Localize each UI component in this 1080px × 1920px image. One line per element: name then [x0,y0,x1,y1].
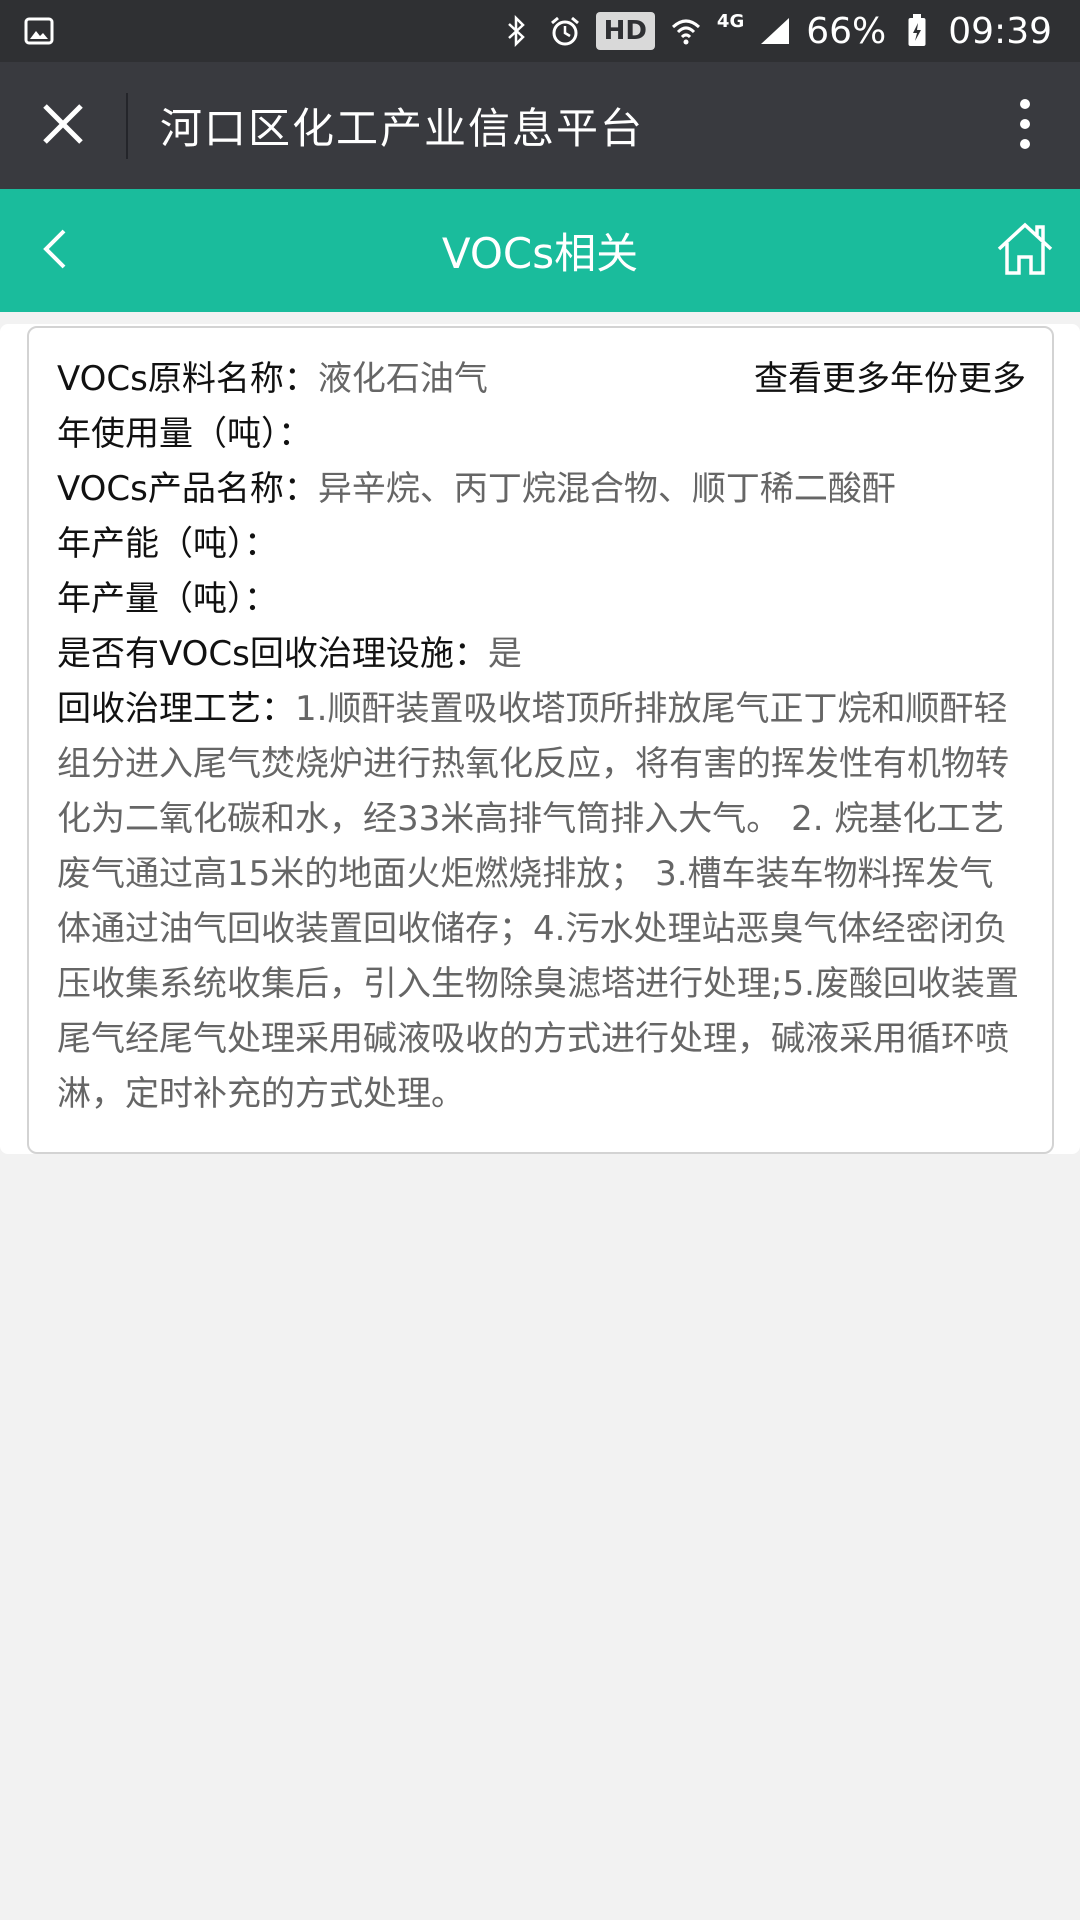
output-label: 年产量（吨）： [57,579,278,619]
bluetooth-icon [500,14,534,48]
raw-material-row: VOCs原料名称：液化石油气 查看更多年份更多 [57,352,1026,407]
process-row: 回收治理工艺：1.顺酐装置吸收塔顶所排放尾气正丁烷和顺酐轻组分进入尾气焚烧炉进行… [57,682,1026,1122]
battery-percent: 66% [806,10,887,52]
output-row: 年产量（吨）： [57,572,1026,627]
annual-usage-label: 年使用量（吨）： [57,414,312,454]
browser-nav-bar: 河口区化工产业信息平台 [0,62,1080,189]
home-icon [995,221,1055,281]
home-button[interactable] [970,189,1080,312]
image-icon [22,14,56,48]
page-header: VOCs相关 [0,189,1080,312]
more-years-link[interactable]: 查看更多年份更多 [754,352,1026,407]
more-vert-icon [1019,98,1031,154]
raw-material-label: VOCs原料名称： [57,359,318,399]
product-label: VOCs产品名称： [57,469,318,509]
process-value: 1.顺酐装置吸收塔顶所排放尾气正丁烷和顺酐轻组分进入尾气焚烧炉进行热氧化反应，将… [57,689,1019,1114]
alarm-icon [548,14,582,48]
nav-title: 河口区化工产业信息平台 [160,104,645,153]
process-label: 回收治理工艺： [57,689,295,729]
network-type: 4G [716,10,745,32]
clock: 09:39 [948,10,1052,52]
facility-label: 是否有VOCs回收治理设施： [57,634,488,674]
close-icon [41,102,85,150]
capacity-label: 年产能（吨）： [57,524,278,564]
capacity-row: 年产能（吨）： [57,517,1026,572]
hd-badge: HD [595,12,655,50]
product-value: 异辛烷、丙丁烷混合物、顺丁稀二酸酐 [317,469,896,509]
back-button[interactable] [0,189,110,312]
voc-detail-card: VOCs原料名称：液化石油气 查看更多年份更多 年使用量（吨）： VOCs产品名… [27,326,1054,1154]
raw-material-value: 液化石油气 [317,359,488,399]
annual-usage-row: 年使用量（吨）： [57,407,1026,462]
signal-icon [758,14,792,48]
product-row: VOCs产品名称：异辛烷、丙丁烷混合物、顺丁稀二酸酐 [57,462,1026,517]
facility-value: 是 [487,634,522,674]
page-title: VOCs相关 [441,229,639,278]
more-button[interactable] [970,62,1080,189]
wifi-icon [669,14,703,48]
chevron-left-icon [40,227,70,275]
status-bar: HD 4G 66% 09:39 [0,0,1080,62]
close-button[interactable] [0,62,126,189]
battery-icon [900,14,934,48]
facility-row: 是否有VOCs回收治理设施：是 [57,627,1026,682]
